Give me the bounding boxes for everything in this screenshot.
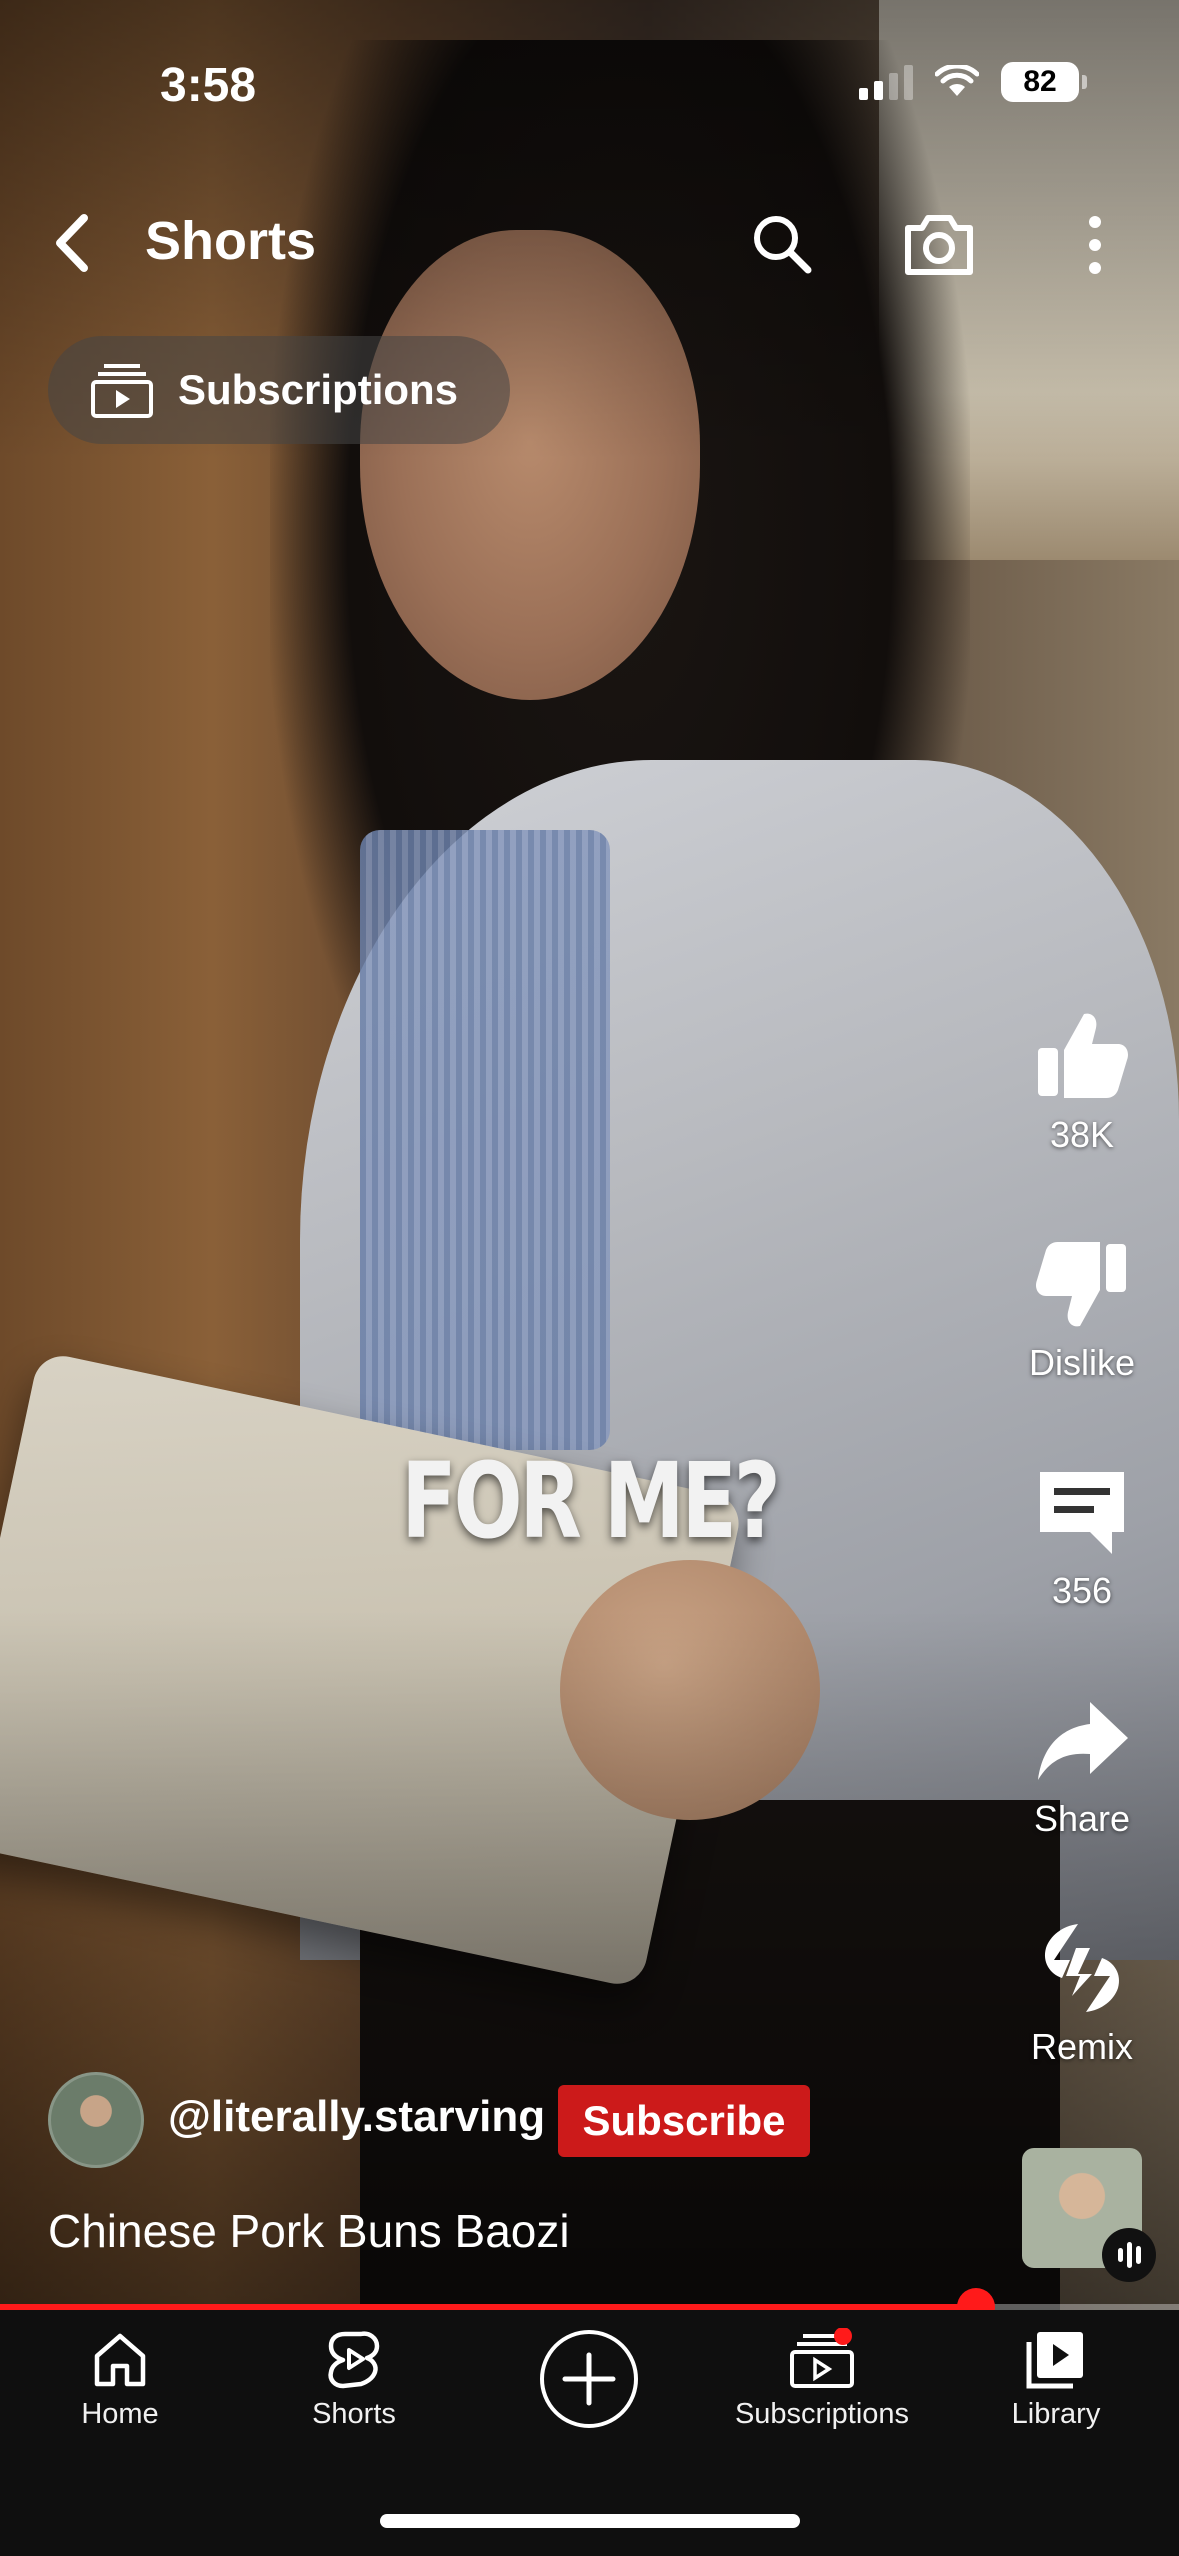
comment-count: 356 (1051, 1570, 1113, 1611)
video-subject-tie (360, 830, 610, 1450)
create-button[interactable] (540, 2330, 638, 2428)
nav-home-label: Home (81, 2398, 159, 2430)
nav-subscriptions[interactable]: Subscriptions (722, 2328, 922, 2431)
share-button[interactable]: Share (1010, 1690, 1154, 1840)
share-label: Share (1033, 1798, 1131, 1839)
status-time: 3:58 (160, 59, 257, 112)
battery-icon: 82 (1001, 62, 1087, 102)
subscriptions-filter-chip[interactable]: Subscriptions (48, 336, 510, 444)
channel-avatar[interactable] (48, 2072, 144, 2168)
shorts-icon (328, 2331, 380, 2389)
library-icon (1026, 2332, 1083, 2389)
search-icon[interactable] (748, 210, 816, 278)
remix-button[interactable]: Remix (1010, 1918, 1154, 2068)
nav-library[interactable]: Library (956, 2328, 1156, 2431)
comments-button[interactable]: 356 (1010, 1462, 1154, 1612)
subscriptions-icon (790, 2328, 854, 2388)
subscribe-button[interactable]: Subscribe (558, 2085, 810, 2157)
more-icon[interactable] (1080, 210, 1110, 280)
wifi-icon (935, 65, 979, 96)
comment-icon (1040, 1472, 1124, 1554)
subscriptions-icon (91, 364, 153, 418)
back-icon[interactable] (44, 208, 104, 278)
remix-icon (1044, 1924, 1120, 2012)
share-icon (1038, 1702, 1128, 1780)
nav-library-label: Library (1011, 2398, 1101, 2430)
nav-home[interactable]: Home (20, 2328, 220, 2431)
camera-icon[interactable] (902, 210, 976, 278)
nav-subscriptions-label: Subscriptions (734, 2398, 910, 2430)
audio-wave-icon (1102, 2228, 1156, 2282)
like-count: 38K (1049, 1114, 1115, 1155)
like-icon (1038, 1013, 1128, 1098)
subscriptions-chip-label: Subscriptions (178, 366, 459, 413)
dislike-icon (1036, 1242, 1126, 1327)
status-icons: 82 (859, 62, 1087, 102)
channel-handle[interactable]: @literally.starving (168, 2092, 545, 2142)
remix-label: Remix (1030, 2026, 1133, 2067)
like-button[interactable]: 38K (1010, 1006, 1154, 1156)
cellular-signal-icon (859, 64, 913, 100)
page-title: Shorts (145, 211, 317, 271)
dislike-button[interactable]: Dislike (1010, 1234, 1154, 1384)
create-icon (562, 2352, 616, 2406)
video-title[interactable]: Chinese Pork Buns Baozi (48, 2204, 570, 2258)
nav-shorts[interactable]: Shorts (254, 2328, 454, 2431)
nav-shorts-label: Shorts (312, 2398, 396, 2430)
home-icon (94, 2333, 146, 2387)
dislike-label: Dislike (1028, 1342, 1135, 1383)
video-caption-overlay: FOR ME? (401, 1440, 781, 1562)
home-indicator (380, 2514, 800, 2528)
